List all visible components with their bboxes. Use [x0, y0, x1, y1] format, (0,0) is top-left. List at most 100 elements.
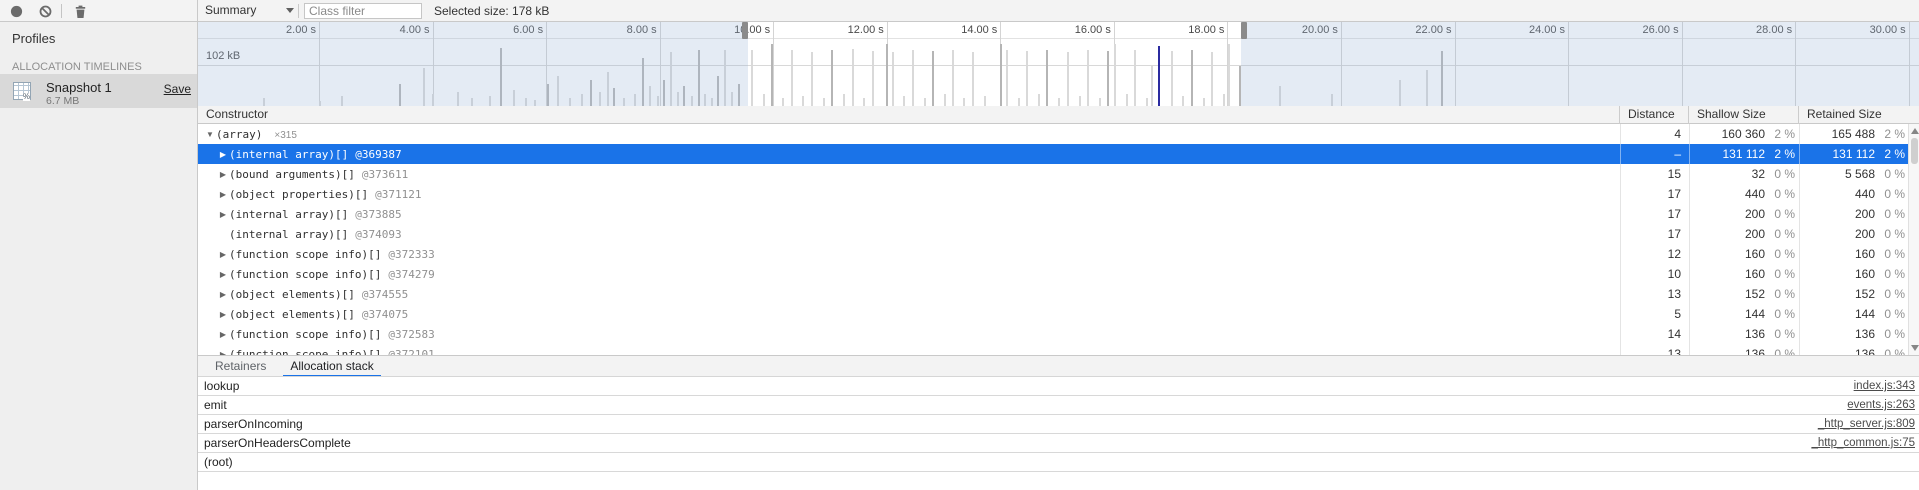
shallow-cell: 1440 % — [1689, 304, 1799, 324]
allocation-bar — [1158, 46, 1160, 106]
selection-handle-right[interactable] — [1241, 22, 1247, 39]
expander-icon[interactable]: ▶ — [217, 305, 229, 325]
table-row[interactable]: ▶(object elements)[]@37407551440 %1440 % — [198, 304, 1919, 324]
retained-cell: 2000 % — [1799, 204, 1909, 224]
table-row[interactable]: ▶(internal array)[]@373885172000 %2000 % — [198, 204, 1919, 224]
size-percent: 0 % — [1883, 184, 1909, 204]
allocation-bar — [1146, 98, 1148, 106]
clear-icon[interactable] — [39, 5, 52, 18]
size-percent: 0 % — [1883, 224, 1909, 244]
object-id: @371121 — [375, 188, 421, 201]
table-row[interactable]: ▶(object properties)[]@371121174400 %440… — [198, 184, 1919, 204]
summary-dropdown[interactable]: Summary — [205, 0, 295, 21]
tab-retainers[interactable]: Retainers — [208, 356, 273, 377]
allocation-bar — [932, 51, 934, 106]
allocation-bar — [831, 50, 833, 106]
constructor-name: (function scope info)[] — [229, 348, 381, 355]
trash-icon[interactable] — [74, 5, 87, 18]
frame-location-link[interactable]: _http_server.js:809 — [1818, 415, 1915, 433]
table-row[interactable]: ▶(function scope info)[]@374279101600 %1… — [198, 264, 1919, 284]
stack-frame[interactable]: (root) — [198, 453, 1919, 472]
toolbar-separator — [298, 4, 299, 18]
allocation-bar — [823, 98, 825, 106]
column-header-shallow-size[interactable]: Shallow Size — [1689, 106, 1798, 123]
stack-frame[interactable]: parserOnIncoming_http_server.js:809 — [198, 415, 1919, 434]
constructor-name: (object elements)[] — [229, 288, 355, 301]
shallow-cell: 4400 % — [1689, 184, 1799, 204]
column-header-distance[interactable]: Distance — [1620, 106, 1688, 123]
record-icon[interactable] — [10, 5, 23, 18]
distance-value: 10 — [1621, 264, 1689, 284]
allocation-bar — [872, 51, 874, 106]
timeline-overview[interactable]: 102 kB 2.00 s4.00 s6.00 s8.00 s10.00 s12… — [198, 22, 1919, 106]
constructor-name: (function scope info)[] — [229, 328, 381, 341]
allocation-bar — [944, 94, 946, 106]
class-filter-input[interactable] — [304, 3, 422, 19]
table-row[interactable]: ▶(internal array)[]@369387–131 1122 %131… — [198, 144, 1919, 164]
frame-location-link[interactable]: index.js:343 — [1854, 377, 1915, 395]
grid-scrollbar[interactable] — [1908, 124, 1919, 355]
size-percent: 0 % — [1773, 224, 1799, 244]
tab-allocation-stack[interactable]: Allocation stack — [283, 356, 380, 377]
distance-cell: 14 — [1620, 324, 1689, 344]
size-value: 144 — [1800, 304, 1883, 324]
expander-icon[interactable]: ▶ — [217, 205, 229, 225]
stack-frame[interactable]: parserOnHeadersComplete_http_common.js:7… — [198, 434, 1919, 453]
size-value: 32 — [1690, 164, 1773, 184]
stack-frame[interactable]: lookupindex.js:343 — [198, 377, 1919, 396]
column-header-constructor[interactable]: Constructor — [198, 106, 1618, 123]
expander-icon[interactable]: ▶ — [217, 285, 229, 305]
table-row[interactable]: (internal array)[]@374093172000 %2000 % — [198, 224, 1919, 244]
table-row[interactable]: ▶(object elements)[]@374555131520 %1520 … — [198, 284, 1919, 304]
table-row[interactable]: ▶(function scope info)[]@372333121600 %1… — [198, 244, 1919, 264]
retained-cell: 1360 % — [1799, 344, 1909, 355]
expander-icon[interactable]: ▶ — [217, 325, 229, 345]
distance-cell: 17 — [1620, 184, 1689, 204]
size-value: 144 — [1690, 304, 1773, 324]
allocation-bar — [1018, 98, 1020, 106]
size-percent: 2 % — [1773, 124, 1799, 144]
allocation-bar — [1134, 50, 1136, 106]
allocation-bar — [1079, 96, 1081, 106]
expander-icon[interactable]: ▶ — [217, 145, 229, 165]
table-row[interactable]: ▶(bound arguments)[]@37361115320 %5 5680… — [198, 164, 1919, 184]
stack-frame[interactable]: emitevents.js:263 — [198, 396, 1919, 415]
object-id: @372333 — [388, 248, 434, 261]
table-row[interactable]: ▶(function scope info)[]@372583141360 %1… — [198, 324, 1919, 344]
selection-handle-left[interactable] — [742, 22, 748, 39]
expander-icon[interactable]: ▼ — [204, 125, 216, 145]
allocation-bar — [1038, 94, 1040, 106]
expander-icon[interactable]: ▶ — [217, 245, 229, 265]
scroll-up-icon[interactable] — [1911, 128, 1919, 134]
allocation-bar — [802, 96, 804, 106]
chevron-down-icon — [286, 8, 294, 13]
retained-cell: 131 1122 % — [1799, 144, 1909, 164]
selection-overlay-left — [198, 22, 748, 106]
distance-value: 13 — [1621, 344, 1689, 355]
size-percent: 0 % — [1883, 324, 1909, 344]
allocation-bar — [852, 49, 854, 106]
allocation-bar — [791, 50, 793, 106]
frame-function: (root) — [204, 453, 233, 471]
save-link[interactable]: Save — [164, 82, 191, 96]
distance-value: 12 — [1621, 244, 1689, 264]
constructor-grid: ▼(array)×3154160 3602 %165 4882 %▶(inter… — [198, 124, 1919, 355]
frame-location-link[interactable]: _http_common.js:75 — [1811, 434, 1915, 452]
size-value: 200 — [1800, 204, 1883, 224]
shallow-cell: 1520 % — [1689, 284, 1799, 304]
allocation-bar — [863, 98, 865, 106]
expander-icon[interactable]: ▶ — [217, 265, 229, 285]
table-row[interactable]: ▶(function scope info)[]@372101131360 %1… — [198, 344, 1919, 355]
profiles-sidebar: Profiles ALLOCATION TIMELINES % Snapshot… — [0, 22, 197, 490]
expander-icon[interactable]: ▶ — [217, 165, 229, 185]
table-row[interactable]: ▼(array)×3154160 3602 %165 4882 % — [198, 124, 1919, 144]
expander-icon[interactable]: ▶ — [217, 345, 229, 355]
object-id: @369387 — [355, 148, 401, 161]
scroll-down-icon[interactable] — [1911, 345, 1919, 351]
allocation-bar — [1203, 98, 1205, 106]
frame-location-link[interactable]: events.js:263 — [1847, 396, 1915, 414]
column-header-retained-size[interactable]: Retained Size — [1799, 106, 1919, 123]
sidebar-item-snapshot-1[interactable]: % Snapshot 1 6.7 MB Save — [0, 74, 197, 108]
expander-icon[interactable]: ▶ — [217, 185, 229, 205]
scrollbar-thumb[interactable] — [1911, 138, 1918, 164]
